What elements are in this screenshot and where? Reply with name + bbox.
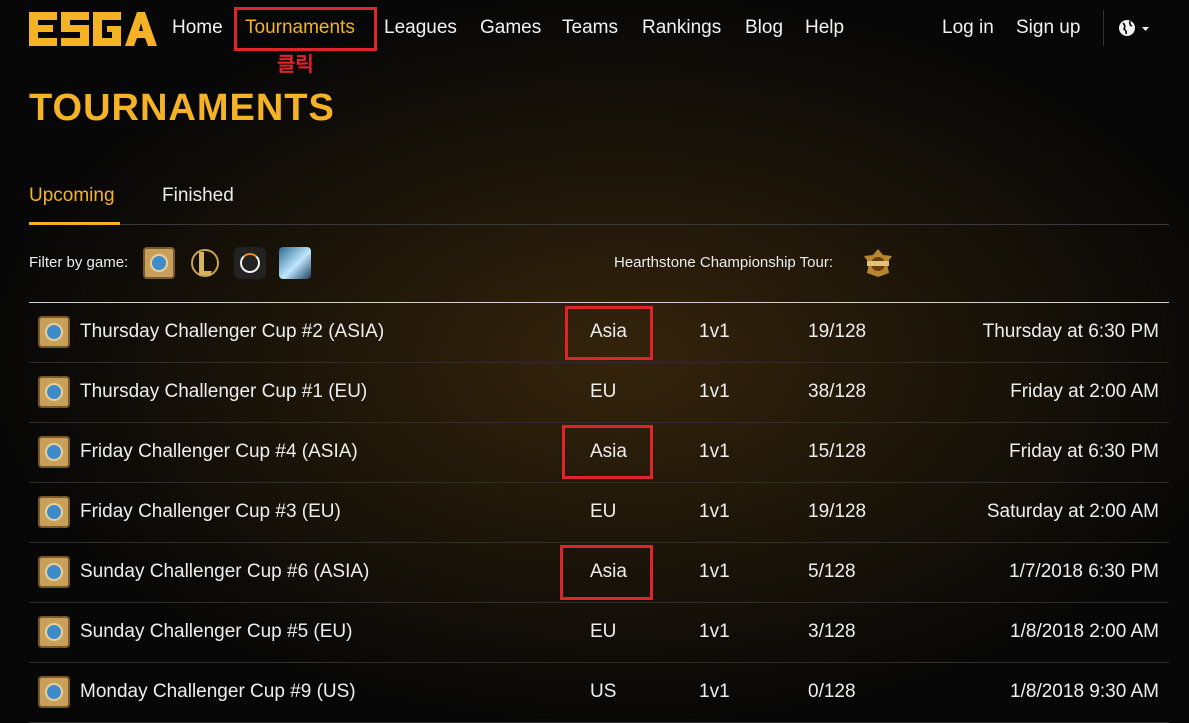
hearthstone-icon xyxy=(38,316,70,348)
tournament-name[interactable]: Thursday Challenger Cup #1 (EU) xyxy=(80,380,367,404)
hearthstone-icon xyxy=(38,616,70,648)
tournament-slots: 15/128 xyxy=(808,441,867,462)
tournament-region: EU xyxy=(590,501,617,522)
tournament-region: EU xyxy=(590,621,617,642)
hct-label: Hearthstone Championship Tour: xyxy=(614,254,834,271)
esga-logo[interactable] xyxy=(29,10,157,53)
tournament-row[interactable]: Friday Challenger Cup #3 (EU) EU 1v1 19/… xyxy=(29,482,1169,543)
tournament-name[interactable]: Monday Challenger Cup #9 (US) xyxy=(80,680,356,704)
nav-rankings[interactable]: Rankings xyxy=(642,16,721,40)
annotation-box-asia xyxy=(560,545,653,600)
tournament-mode: 1v1 xyxy=(699,561,730,582)
hearthstone-icon xyxy=(38,436,70,468)
esga-logo-mark xyxy=(29,12,157,46)
hearthstone-icon xyxy=(38,556,70,588)
tab-upcoming[interactable]: Upcoming xyxy=(29,184,115,208)
tournament-row[interactable]: Thursday Challenger Cup #1 (EU) EU 1v1 3… xyxy=(29,362,1169,423)
nav-teams[interactable]: Teams xyxy=(562,16,618,40)
tournament-region: US xyxy=(590,681,617,702)
hearthstone-icon xyxy=(38,676,70,708)
tournament-time: Saturday at 2:00 AM xyxy=(986,501,1159,522)
filter-label: Filter by game: xyxy=(29,254,129,271)
tournament-mode: 1v1 xyxy=(699,381,730,402)
language-menu[interactable] xyxy=(1118,17,1150,44)
nav-games[interactable]: Games xyxy=(480,16,541,40)
tournament-slots: 19/128 xyxy=(808,501,867,522)
tournament-slots: 38/128 xyxy=(808,381,867,402)
annotation-box-tournaments xyxy=(234,7,377,51)
tournament-time: Friday at 6:30 PM xyxy=(1009,441,1159,462)
tournament-row[interactable]: Monday Challenger Cup #9 (US) US 1v1 0/1… xyxy=(29,662,1169,723)
top-nav: Home Tournaments Leagues Games Teams Ran… xyxy=(0,0,1189,56)
tab-finished[interactable]: Finished xyxy=(162,184,234,208)
tournament-name[interactable]: Sunday Challenger Cup #5 (EU) xyxy=(80,620,353,644)
tournament-name[interactable]: Sunday Challenger Cup #6 (ASIA) xyxy=(80,560,369,584)
tournament-time: Friday at 2:00 AM xyxy=(1010,381,1159,402)
caret-down-icon xyxy=(1142,27,1149,31)
tournament-slots: 3/128 xyxy=(808,621,856,642)
tournament-name[interactable]: Friday Challenger Cup #4 (ASIA) xyxy=(80,440,358,464)
tournament-time: 1/8/2018 9:30 AM xyxy=(1010,681,1159,702)
annotation-box-asia xyxy=(562,425,653,479)
nav-blog[interactable]: Blog xyxy=(745,16,783,40)
page-title: TOURNAMENTS xyxy=(29,87,335,129)
tournament-mode: 1v1 xyxy=(699,321,730,342)
tournament-name[interactable]: Thursday Challenger Cup #2 (ASIA) xyxy=(80,320,384,344)
tournament-row[interactable]: Sunday Challenger Cup #5 (EU) EU 1v1 3/1… xyxy=(29,602,1169,663)
hct-logo-icon[interactable] xyxy=(861,247,895,284)
nav-divider xyxy=(1103,10,1104,46)
nav-leagues[interactable]: Leagues xyxy=(384,16,457,40)
annotation-box-asia xyxy=(565,306,653,360)
overwatch-icon[interactable] xyxy=(234,247,266,279)
tournament-slots: 5/128 xyxy=(808,561,856,582)
hearthstone-icon[interactable] xyxy=(143,247,175,279)
tournament-slots: 19/128 xyxy=(808,321,867,342)
tournament-mode: 1v1 xyxy=(699,501,730,522)
login-link[interactable]: Log in xyxy=(942,16,994,40)
tabs-divider xyxy=(29,224,1169,225)
dota2-icon[interactable] xyxy=(279,247,311,279)
tournament-slots: 0/128 xyxy=(808,681,856,702)
globe-icon xyxy=(1119,20,1149,36)
tournament-region: EU xyxy=(590,381,617,402)
hearthstone-icon xyxy=(38,376,70,408)
tournament-name[interactable]: Friday Challenger Cup #3 (EU) xyxy=(80,500,341,524)
tournament-time: 1/8/2018 2:00 AM xyxy=(1010,621,1159,642)
signup-link[interactable]: Sign up xyxy=(1016,16,1080,40)
nav-help[interactable]: Help xyxy=(805,16,844,40)
tournament-time: 1/7/2018 6:30 PM xyxy=(1009,561,1159,582)
nav-home[interactable]: Home xyxy=(172,16,223,40)
league-of-legends-icon[interactable] xyxy=(189,247,221,279)
annotation-click-label: 클릭 xyxy=(277,54,314,76)
tab-active-indicator xyxy=(29,222,120,225)
tournament-mode: 1v1 xyxy=(699,441,730,462)
tournament-time: Thursday at 6:30 PM xyxy=(982,321,1159,342)
hearthstone-icon xyxy=(38,496,70,528)
tournament-mode: 1v1 xyxy=(699,621,730,642)
tournament-mode: 1v1 xyxy=(699,681,730,702)
